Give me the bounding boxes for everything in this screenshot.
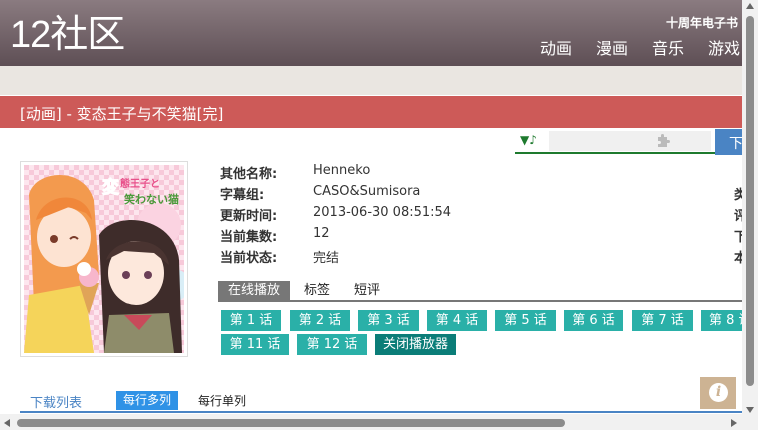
site-header: 12社区 十周年电子书 动画 漫画 音乐 游戏 [0,0,758,66]
episode-button[interactable]: 第 3 话 [358,310,419,331]
scroll-right-arrow-icon[interactable] [731,419,737,427]
scroll-up-arrow-icon[interactable] [746,3,754,9]
vertical-scroll-thumb[interactable] [746,16,754,386]
info-value: 12 [313,226,330,241]
svg-text:態王子と: 態王子と [120,177,160,190]
close-player-button[interactable]: 关闭播放器 [375,334,456,355]
horizontal-scroll-thumb[interactable] [17,419,565,427]
sub-bar [0,66,758,95]
detail-tabs: 在线播放 标签 短评 [218,281,748,302]
episode-button[interactable]: 第 4 话 [427,310,487,331]
tab-online-play[interactable]: 在线播放 [218,281,291,300]
info-icon: i [709,383,728,402]
tab-short-reviews[interactable]: 短评 [354,281,380,300]
scroll-left-arrow-icon[interactable] [4,419,10,427]
player-plugin-area[interactable] [549,131,711,151]
page-title: [动画] - 变态王子与不笑猫[完] [20,105,224,123]
episode-button[interactable]: 第 6 话 [564,310,623,331]
nav-item-games[interactable]: 游戏 [708,38,740,60]
cover-image: 変 態王子と 笑わない猫 [20,161,188,357]
nav-item-music[interactable]: 音乐 [652,38,684,60]
info-label: 更新时间: [220,209,278,224]
tab-tags[interactable]: 标签 [304,281,330,300]
single-column-toggle[interactable]: 每行单列 [198,392,246,409]
episode-button[interactable]: 第 12 话 [297,334,367,355]
multi-column-toggle[interactable]: 每行多列 [116,391,179,410]
episode-button[interactable]: 第 5 话 [495,310,556,331]
puzzle-icon [658,134,670,147]
info-label: 当前状态: [220,251,278,266]
cover-artwork: 変 態王子と 笑わない猫 [24,165,184,353]
info-value: 2013-06-30 08:51:54 [313,205,452,220]
main-nav: 动画 漫画 音乐 游戏 [516,38,740,60]
episode-button[interactable]: 第 8 话 [701,310,742,331]
info-value: Henneko [313,163,371,178]
episode-button[interactable]: 第 7 话 [632,310,693,331]
site-logo[interactable]: 12社区 [10,13,125,57]
info-label: 字幕组: [220,188,265,203]
svg-text:変: 変 [102,177,119,198]
music-note-icon[interactable]: ▼♪ [520,133,537,147]
ebook-link[interactable]: 十周年电子书 [666,14,738,31]
info-label: 其他名称: [220,167,278,182]
page: 12社区 十周年电子书 动画 漫画 音乐 游戏 [动画] - 变态王子与不笑猫[… [0,0,758,430]
scroll-down-arrow-icon[interactable] [746,407,754,413]
svg-text:笑わない猫: 笑わない猫 [124,192,179,206]
download-list-header: 下载列表 每行多列 每行单列 [20,391,742,413]
episode-button[interactable]: 第 2 话 [290,310,350,331]
info-value[interactable]: CASO&Sumisora [313,184,420,199]
title-bar: [动画] - 变态王子与不笑猫[完] [0,96,758,128]
info-label: 当前集数: [220,230,278,245]
episode-button[interactable]: 第 1 话 [221,310,281,331]
nav-item-manga[interactable]: 漫画 [596,38,628,60]
episode-button[interactable]: 第 11 话 [221,334,289,355]
nav-item-anime[interactable]: 动画 [540,38,572,60]
info-button[interactable]: i [700,377,736,409]
music-player[interactable]: ▼♪ [515,130,715,154]
info-value: 完结 [313,251,340,266]
download-list-title[interactable]: 下载列表 [30,392,82,411]
